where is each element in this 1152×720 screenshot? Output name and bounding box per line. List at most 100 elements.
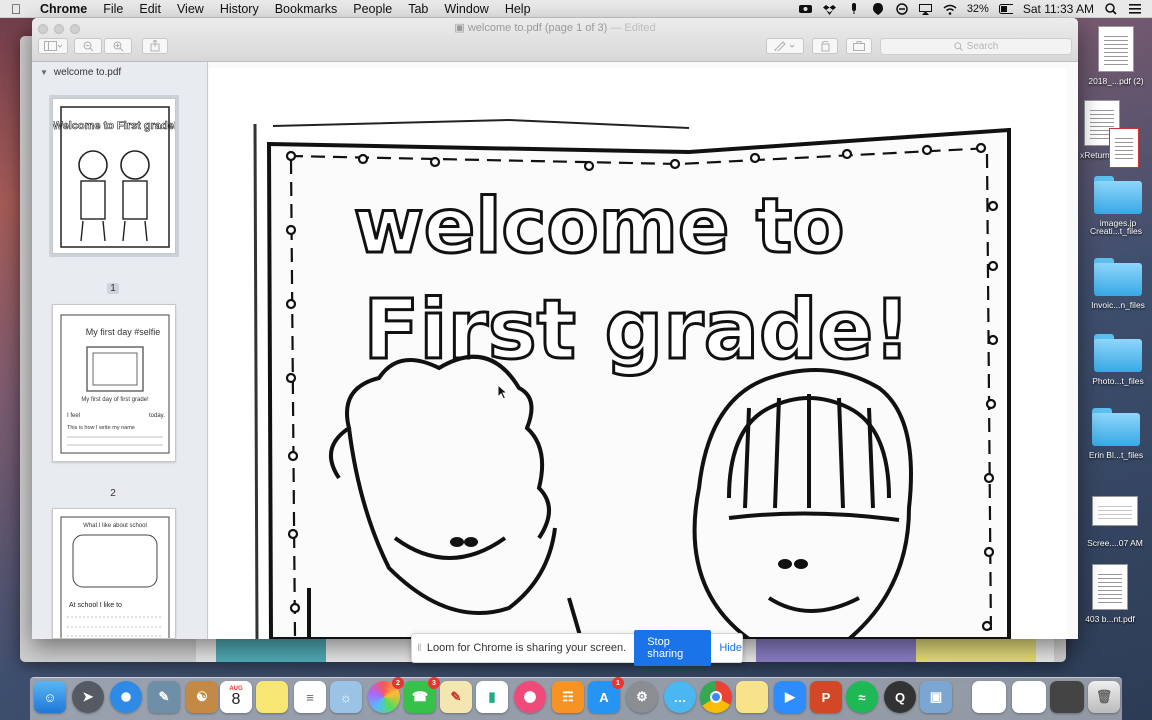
desktop-file[interactable]: 2018_...pdf (2) — [1080, 26, 1152, 86]
notification-center-icon[interactable] — [1128, 3, 1142, 15]
zoom-in-button[interactable] — [104, 38, 132, 54]
spotify-icon[interactable]: ≈ — [846, 681, 878, 713]
window-title-text: welcome to.pdf (page 1 of 3) — [467, 22, 608, 34]
trash-icon[interactable]: 🗑 — [1088, 681, 1120, 713]
photos-icon[interactable]: 2 — [368, 677, 404, 713]
edited-indicator[interactable]: — Edited — [610, 22, 655, 34]
spotlight-search-icon[interactable] — [1104, 3, 1118, 15]
ibooks-icon[interactable]: ☶ — [552, 681, 584, 713]
desktop-folder[interactable]: Photo...t_files — [1082, 334, 1152, 386]
dropbox-icon[interactable] — [823, 3, 837, 15]
pdf-page: welcome to First grade! — [209, 68, 1067, 639]
desktop-folder[interactable]: Erin Bl...t_files — [1080, 408, 1152, 460]
colored-drawing-strip — [216, 638, 326, 662]
disclosure-triangle-icon[interactable]: ▼ — [40, 68, 48, 77]
folder-icon — [1092, 408, 1140, 446]
calendar-icon[interactable]: AUG 8 — [220, 681, 252, 713]
menu-view[interactable]: View — [169, 2, 212, 16]
dock-minimized-window[interactable] — [1050, 681, 1084, 713]
desktop-file[interactable] — [1100, 128, 1148, 172]
desktop-file[interactable]: 403 b...nt.pdf — [1074, 564, 1146, 624]
messages-icon[interactable]: … — [664, 681, 696, 713]
menu-tab[interactable]: Tab — [400, 2, 436, 16]
menu-people[interactable]: People — [345, 2, 400, 16]
sidebar-file-header[interactable]: ▼ welcome to.pdf — [32, 62, 207, 78]
desktop-folder[interactable]: Creati...t_files — [1080, 196, 1152, 236]
app-store-icon[interactable]: A 1 — [588, 677, 624, 713]
page-thumbnail-3[interactable]: What I like about school At school I lik… — [52, 508, 176, 639]
preview-app-icon[interactable]: ✎ — [148, 681, 180, 713]
drag-handle-icon[interactable]: ‖ — [412, 643, 427, 654]
share-button[interactable] — [142, 38, 168, 54]
facetime-icon[interactable]: ☎ 3 — [404, 677, 440, 713]
thumb3-line1: At school I like to — [69, 602, 122, 609]
quicktime-icon[interactable]: Q — [884, 681, 916, 713]
search-input[interactable]: Search — [880, 38, 1072, 55]
document-view[interactable]: welcome to First grade! — [208, 62, 1078, 639]
colored-drawing-strip — [916, 638, 1036, 662]
image-capture-icon[interactable]: ▣ — [920, 681, 952, 713]
hide-button[interactable]: Hide — [719, 642, 742, 654]
wifi-icon[interactable] — [943, 3, 957, 15]
thumb2-line2: This is how I write my name — [67, 425, 135, 431]
pages-icon[interactable]: ✎ — [440, 681, 472, 713]
dock-minimized-window[interactable] — [1012, 681, 1046, 713]
notifications-icon[interactable] — [871, 3, 885, 15]
airplay-icon[interactable] — [919, 3, 933, 15]
menu-edit[interactable]: Edit — [131, 2, 169, 16]
menu-window[interactable]: Window — [436, 2, 496, 16]
thumbnail-sidebar: ▼ welcome to.pdf Welcome to First grade!… — [32, 62, 208, 639]
page-thumbnail-2[interactable]: My first day #selfie My first day of fir… — [52, 304, 176, 462]
markup-toolbox-button[interactable] — [846, 38, 872, 54]
powerpoint-icon[interactable]: P — [810, 681, 842, 713]
numbers-icon[interactable]: ▮ — [476, 681, 508, 713]
chrome-icon[interactable] — [700, 681, 732, 713]
itunes-icon[interactable]: ♫ — [514, 681, 546, 713]
menu-history[interactable]: History — [212, 2, 267, 16]
status-area: 32% Sat 11:33 AM — [799, 0, 1152, 18]
menu-help[interactable]: Help — [497, 2, 539, 16]
mouse-cursor-icon — [497, 384, 509, 400]
menu-app-name[interactable]: Chrome — [32, 2, 95, 16]
search-placeholder: Search — [966, 41, 999, 52]
battery-icon[interactable] — [998, 3, 1013, 15]
screenshot-icon — [1092, 496, 1138, 526]
system-preferences-icon[interactable]: ⚙ — [626, 681, 658, 713]
contacts-icon[interactable]: ☯ — [186, 681, 218, 713]
pdf-title-icon: ▣ — [454, 22, 465, 34]
thumb2-heading: My first day #selfie — [86, 327, 161, 337]
desktop-file[interactable]: Scree....07 AM — [1079, 496, 1151, 548]
camera-icon[interactable] — [799, 3, 813, 15]
sidebar-toggle-button[interactable] — [38, 38, 68, 54]
launchpad-icon[interactable]: ➤ — [72, 681, 104, 713]
menu-file[interactable]: File — [95, 2, 131, 16]
dock-minimized-window[interactable] — [972, 681, 1006, 713]
microphone-icon[interactable] — [847, 3, 861, 15]
menu-clock[interactable]: Sat 11:33 AM — [1023, 2, 1094, 16]
reminders-icon[interactable]: ≡ — [294, 681, 326, 713]
apple-menu-icon[interactable]:  — [0, 1, 32, 17]
stickies-icon[interactable] — [736, 681, 768, 713]
rotate-button[interactable] — [812, 38, 838, 54]
sync-icon[interactable] — [895, 3, 909, 15]
photo-booth-icon[interactable]: ☼ — [330, 681, 362, 713]
markup-pen-button[interactable] — [766, 38, 804, 54]
thumb2-caption: My first day of first grade! — [81, 397, 149, 403]
app-store-badge: 1 — [612, 677, 624, 689]
page-heading-line1: welcome to — [354, 181, 845, 270]
page-thumbnail-1[interactable]: Welcome to First grade! — [52, 98, 176, 254]
loom-message: Loom for Chrome is sharing your screen. — [426, 642, 627, 654]
zoom-icon[interactable]: ▶ — [774, 681, 806, 713]
colored-drawing-strip — [756, 638, 916, 662]
menu-bar:  Chrome File Edit View History Bookmark… — [0, 0, 1152, 18]
stop-sharing-button[interactable]: Stop sharing — [634, 630, 712, 666]
zoom-out-button[interactable] — [74, 38, 102, 54]
menu-bookmarks[interactable]: Bookmarks — [267, 2, 346, 16]
image-document-icon — [1109, 128, 1139, 168]
desktop-folder[interactable]: Invoic...n_files — [1082, 258, 1152, 310]
facetime-badge: 3 — [428, 677, 440, 689]
notes-icon[interactable] — [256, 681, 288, 713]
photos-badge: 2 — [392, 677, 404, 689]
finder-icon[interactable]: ☺ — [34, 681, 66, 713]
safari-icon[interactable] — [110, 681, 142, 713]
